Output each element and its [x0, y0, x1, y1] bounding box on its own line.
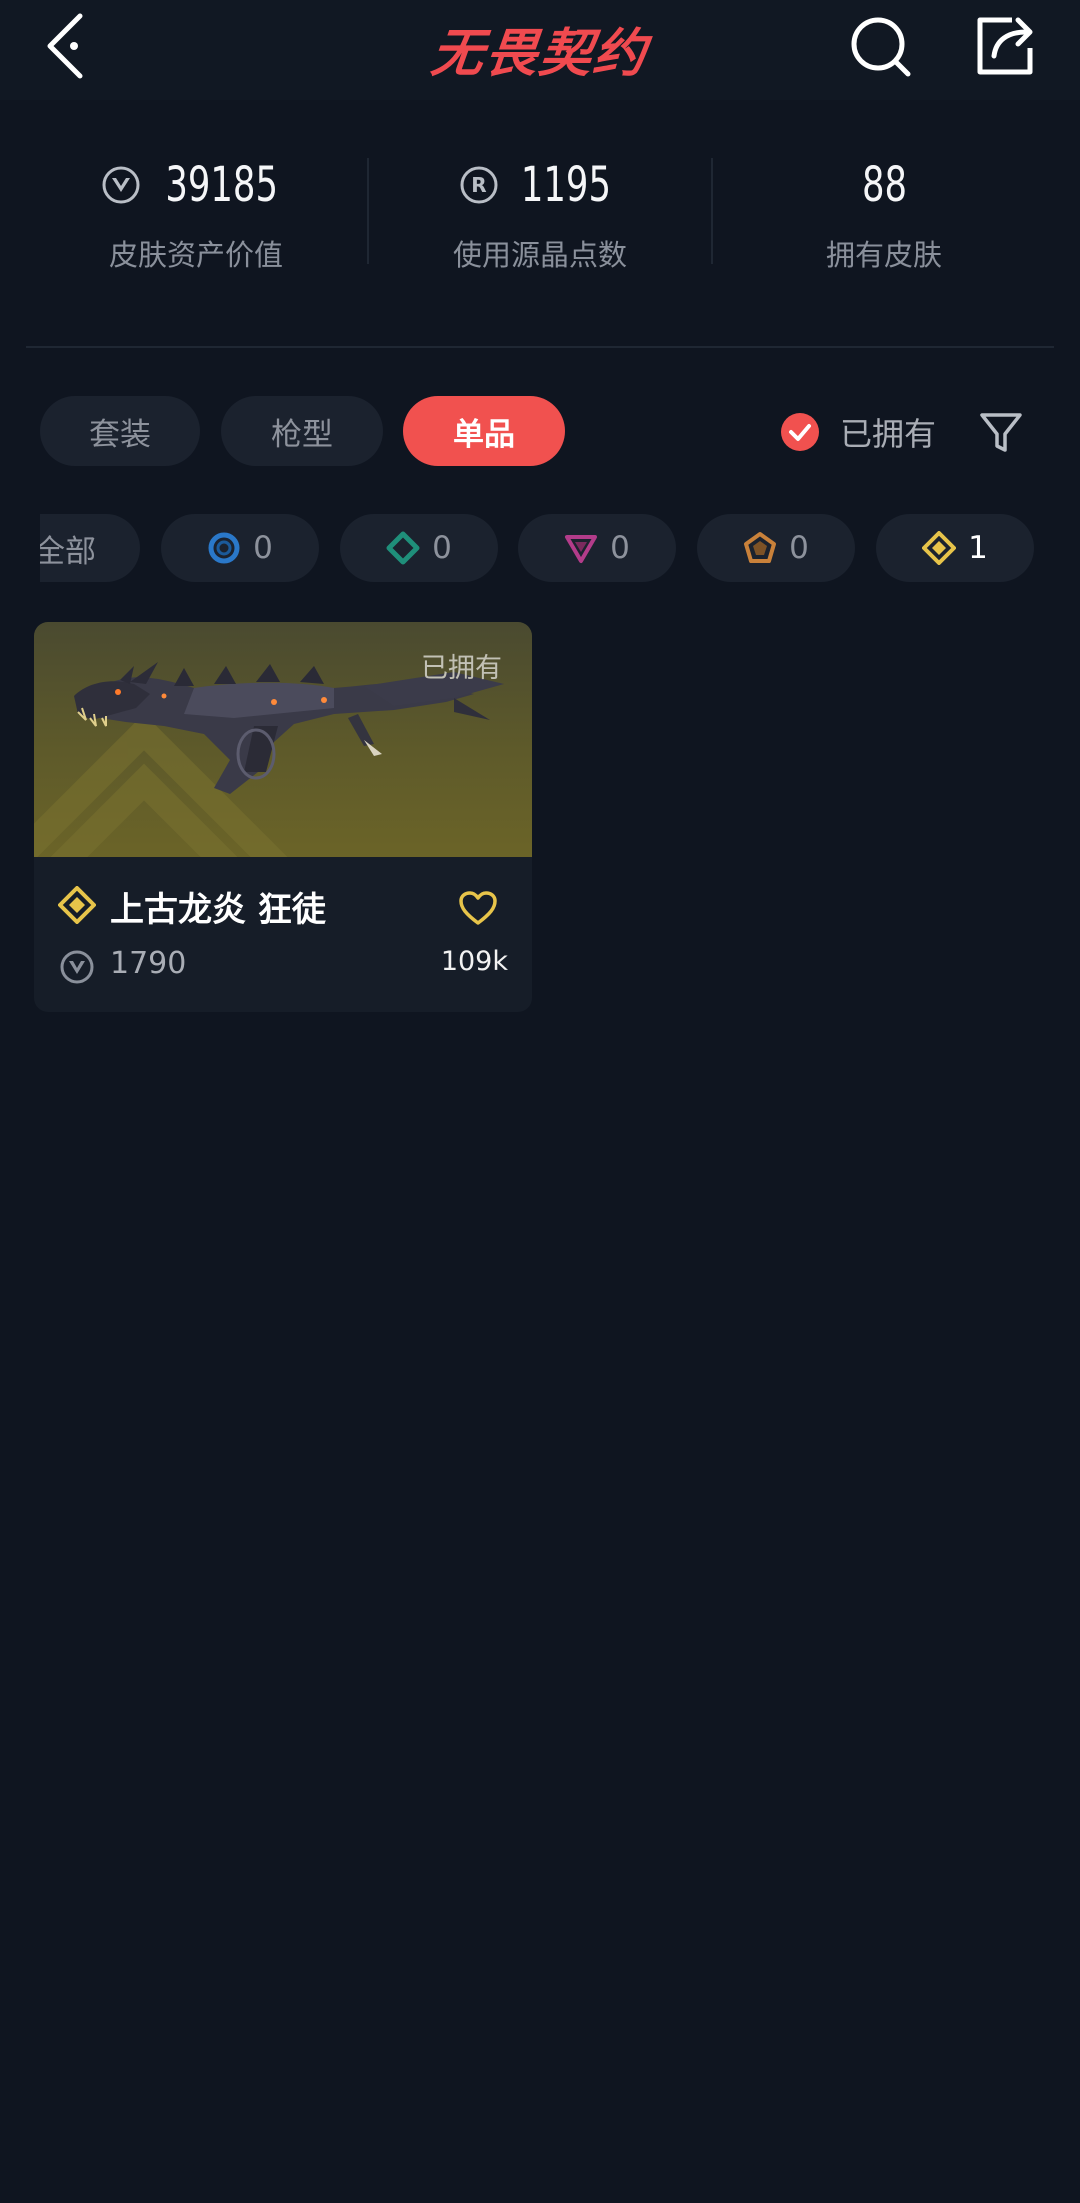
top-bar: 无畏契约: [0, 0, 1080, 100]
radianite-icon: R: [460, 166, 498, 204]
stat-skin-value: 39185 皮肤资产价值: [24, 140, 368, 300]
stat-value: 39185: [165, 157, 279, 213]
rarity-chip-count: 0: [789, 530, 809, 566]
skin-card[interactable]: 已拥有 上古龙炎 狂徒 1790 109k: [34, 622, 532, 1012]
select-tier-icon: [208, 532, 240, 564]
rarity-chip-exclusive[interactable]: 1: [876, 514, 1034, 582]
owned-tag: 已拥有: [421, 653, 502, 684]
stat-value: 88: [861, 157, 907, 213]
deluxe-tier-icon: [386, 531, 420, 565]
stat-owned-skins: 88 拥有皮肤: [712, 140, 1056, 300]
heart-icon[interactable]: [458, 890, 498, 926]
app-logo: 无畏契约: [428, 23, 651, 84]
ultra-tier-icon: [744, 532, 777, 563]
rarity-chip-select[interactable]: 0: [161, 514, 319, 582]
tab-weapon-types[interactable]: 枪型: [221, 396, 383, 466]
rarity-chip-count: 0: [610, 530, 630, 566]
divider: [26, 346, 1054, 348]
like-count: 109k: [440, 946, 508, 977]
asset-stats: 39185 皮肤资产价值 R 1195 使用源晶点数 88 拥有皮肤: [0, 140, 1080, 300]
stat-value: 1195: [520, 157, 612, 213]
search-icon[interactable]: [848, 14, 916, 82]
stat-radianite-used: R 1195 使用源晶点数: [368, 140, 712, 300]
skin-image: 已拥有: [34, 622, 532, 857]
rarity-chip-ultra[interactable]: 0: [697, 514, 855, 582]
valorant-points-icon: [60, 950, 94, 984]
tab-bundles[interactable]: 套装: [40, 396, 200, 466]
stat-label: 使用源晶点数: [452, 238, 627, 272]
rarity-chip-count: 1: [968, 530, 988, 566]
filter-icon[interactable]: [978, 410, 1024, 456]
checkbox-checked-icon[interactable]: [780, 412, 820, 452]
tab-single-items[interactable]: 单品: [403, 396, 565, 466]
rarity-chip-count: 0: [253, 530, 273, 566]
rarity-chip-count: 0: [432, 530, 452, 566]
skin-price: 1790: [110, 946, 187, 981]
exclusive-tier-icon: [58, 886, 96, 924]
valorant-points-icon: [102, 166, 140, 204]
exclusive-tier-icon: [922, 531, 957, 565]
stat-label: 拥有皮肤: [825, 238, 942, 272]
stat-label: 皮肤资产价值: [108, 238, 283, 272]
chevron-left-icon[interactable]: [42, 10, 92, 80]
share-icon[interactable]: [972, 14, 1038, 80]
skin-name: 上古龙炎 狂徒: [110, 890, 326, 930]
rarity-chip-deluxe[interactable]: 0: [340, 514, 498, 582]
premium-tier-icon: [565, 535, 598, 563]
rarity-chip-premium[interactable]: 0: [518, 514, 676, 582]
rarity-chip-all[interactable]: 全部: [40, 514, 140, 582]
svg-text:R: R: [471, 173, 486, 197]
owned-filter-label: 已拥有: [840, 415, 937, 453]
rarity-chip-label: 全部: [40, 533, 96, 570]
owned-filter-toggle[interactable]: 已拥有: [780, 400, 936, 464]
